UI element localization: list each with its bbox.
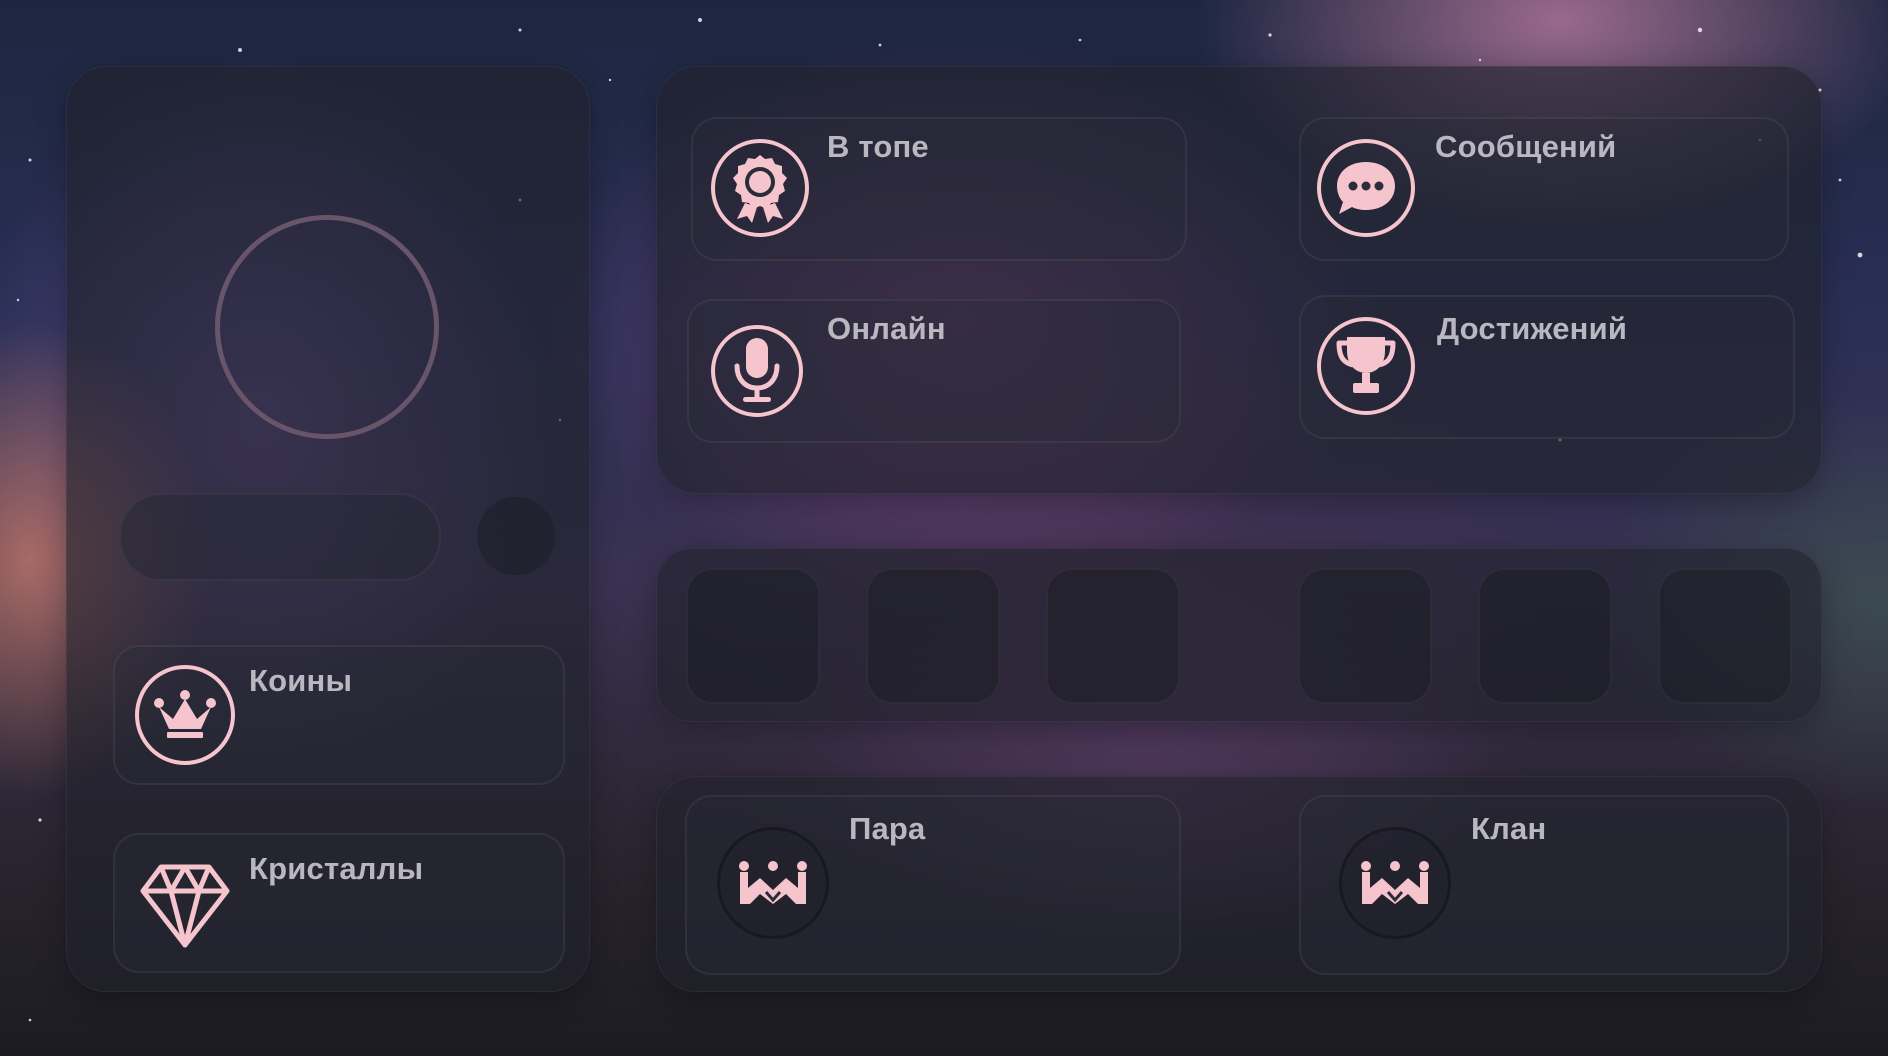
- award-badge-icon: [711, 139, 809, 237]
- crown-icon: [135, 665, 235, 765]
- microphone-icon: [711, 325, 803, 417]
- achievements-label: Достижений: [1437, 311, 1628, 346]
- slot-1[interactable]: [686, 568, 820, 704]
- status-indicator[interactable]: [477, 497, 555, 575]
- coins-card[interactable]: Коины: [113, 645, 565, 785]
- crystals-card[interactable]: Кристаллы: [113, 833, 565, 973]
- pair-label: Пара: [849, 811, 926, 846]
- online-card[interactable]: Онлайн: [687, 299, 1181, 443]
- pair-card[interactable]: Пара: [685, 795, 1181, 975]
- messages-label: Сообщений: [1435, 129, 1617, 164]
- coins-label: Коины: [249, 663, 353, 698]
- profile-panel: Коины Кристаллы: [66, 66, 590, 992]
- stats-panel: В топе Сообщений Онлайн Достижений: [656, 66, 1822, 494]
- diamond-icon: [139, 859, 231, 956]
- relations-panel: Пара Клан: [656, 776, 1822, 992]
- clan-label: Клан: [1471, 811, 1547, 846]
- messages-card[interactable]: Сообщений: [1299, 117, 1789, 261]
- crown-emblem-icon: [717, 827, 829, 939]
- slot-3[interactable]: [1046, 568, 1180, 704]
- slot-6[interactable]: [1658, 568, 1792, 704]
- top-rank-label: В топе: [827, 129, 929, 164]
- crystals-label: Кристаллы: [249, 851, 424, 886]
- slot-2[interactable]: [866, 568, 1000, 704]
- username-field[interactable]: [119, 493, 441, 581]
- chat-bubble-icon: [1317, 139, 1415, 237]
- crown-emblem-icon: [1339, 827, 1451, 939]
- avatar[interactable]: [215, 215, 439, 439]
- clan-card[interactable]: Клан: [1299, 795, 1789, 975]
- top-rank-card[interactable]: В топе: [691, 117, 1187, 261]
- slot-4[interactable]: [1298, 568, 1432, 704]
- online-label: Онлайн: [827, 311, 946, 346]
- trophy-icon: [1317, 317, 1415, 415]
- slots-panel: [656, 548, 1822, 722]
- slot-5[interactable]: [1478, 568, 1612, 704]
- achievements-card[interactable]: Достижений: [1299, 295, 1795, 439]
